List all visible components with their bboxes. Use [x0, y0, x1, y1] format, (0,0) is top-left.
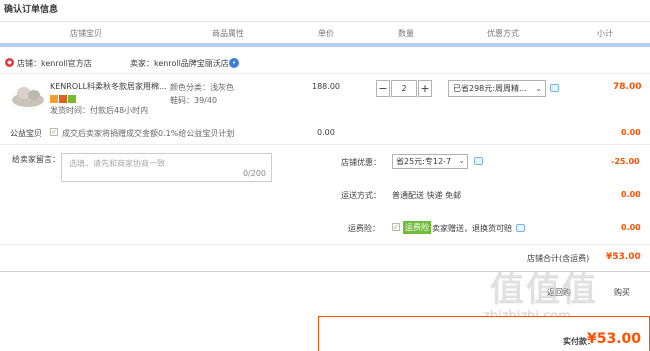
header-subtotal: 小计	[597, 29, 613, 38]
buy-link[interactable]: 购买	[614, 287, 630, 298]
insurance-amount: 0.00	[621, 223, 641, 232]
badge-icon	[68, 94, 76, 103]
shop-discount-label: 店铺优惠：	[341, 158, 381, 167]
promo-select-value: 已省298元:周周精...	[453, 84, 527, 93]
divider	[0, 244, 650, 245]
badge-icon	[50, 94, 58, 103]
shop-shield-icon: ◆	[5, 58, 14, 67]
header-qty: 数量	[398, 29, 414, 38]
chat-icon[interactable]: •	[229, 58, 239, 68]
page-title: 确认订单信息	[4, 5, 59, 15]
seller-name-link[interactable]: kenroll品牌宝丽沃店	[154, 59, 229, 68]
shop-name-link[interactable]: kenroll官方店	[41, 59, 92, 68]
shop-discount-value: 省25元:专12-7	[396, 157, 452, 166]
color-attr: 颜色分类：浅灰色	[170, 83, 234, 92]
message-counter: 0/200	[242, 169, 266, 178]
promo-select[interactable]: 已省298元:周周精... ⌄	[448, 80, 546, 97]
actual-payment-value: ¥53.00	[586, 331, 641, 347]
product-image[interactable]	[10, 80, 46, 110]
watermark-logo: 值值值	[490, 270, 598, 310]
actual-payment-box: 实付款： ¥53.00	[318, 316, 650, 351]
size-attr: 鞋码：39/40	[170, 96, 218, 105]
shop-total-value: ¥53.00	[606, 252, 641, 262]
product-name-link[interactable]: KENROLL科柔秋冬款居家用棉...	[50, 81, 167, 92]
header-promo: 优惠方式	[487, 29, 519, 38]
insurance-badge: 运费险	[403, 221, 431, 234]
seller-info: 卖家：kenroll品牌宝丽沃店	[130, 59, 229, 68]
message-textarea[interactable]: 选填，请先和商家协商一致 0/200	[61, 153, 272, 182]
charity-price: 0.00	[317, 128, 335, 137]
chat-icon[interactable]	[550, 84, 559, 92]
shipping-label: 运送方式：	[341, 191, 381, 200]
chevron-down-icon: ⌄	[458, 156, 465, 165]
shop-discount-select[interactable]: 省25元:专12-7 ⌄	[392, 154, 468, 169]
quantity-input[interactable]: 2	[391, 80, 417, 97]
divider	[0, 144, 650, 145]
checkbox-icon[interactable]: ✓	[392, 223, 400, 231]
shop-discount-amount: -25.00	[611, 157, 640, 166]
message-label: 给卖家留言：	[12, 155, 60, 164]
message-placeholder: 选填，请先和商家协商一致	[69, 159, 165, 168]
checkbox-icon[interactable]: ✓	[50, 128, 58, 136]
divider	[0, 21, 650, 22]
ship-time: 发货时间：付款后48小时内	[50, 106, 149, 115]
unit-price: 188.00	[312, 82, 340, 91]
header-item: 店铺宝贝	[70, 29, 102, 38]
charity-label: 公益宝贝	[10, 129, 42, 138]
divider	[0, 73, 650, 74]
chevron-down-icon: ⌄	[535, 84, 542, 93]
header-price: 单价	[318, 29, 334, 38]
header-attr: 商品属性	[212, 29, 244, 38]
item-subtotal: 78.00	[613, 82, 642, 92]
shipping-method: 普通配送 快递 免邮	[392, 191, 462, 200]
chat-icon[interactable]	[516, 224, 525, 232]
charity-text: 成交后卖家将捐赠成交金额0.1%给公益宝贝计划	[62, 129, 235, 138]
insurance-text: 卖家赠送，退换货可赔	[432, 224, 512, 233]
plus-icon[interactable]: +	[418, 80, 432, 97]
shop-label: 店铺：kenroll官方店	[17, 59, 92, 68]
service-badges	[50, 94, 77, 103]
chat-icon[interactable]	[474, 157, 483, 165]
header-band	[0, 43, 650, 47]
charity-subtotal: 0.00	[621, 128, 641, 137]
badge-icon	[59, 94, 67, 103]
minus-icon[interactable]: −	[376, 80, 390, 97]
shipping-amount: 0.00	[621, 190, 641, 199]
insurance-label: 运费险：	[348, 224, 380, 233]
